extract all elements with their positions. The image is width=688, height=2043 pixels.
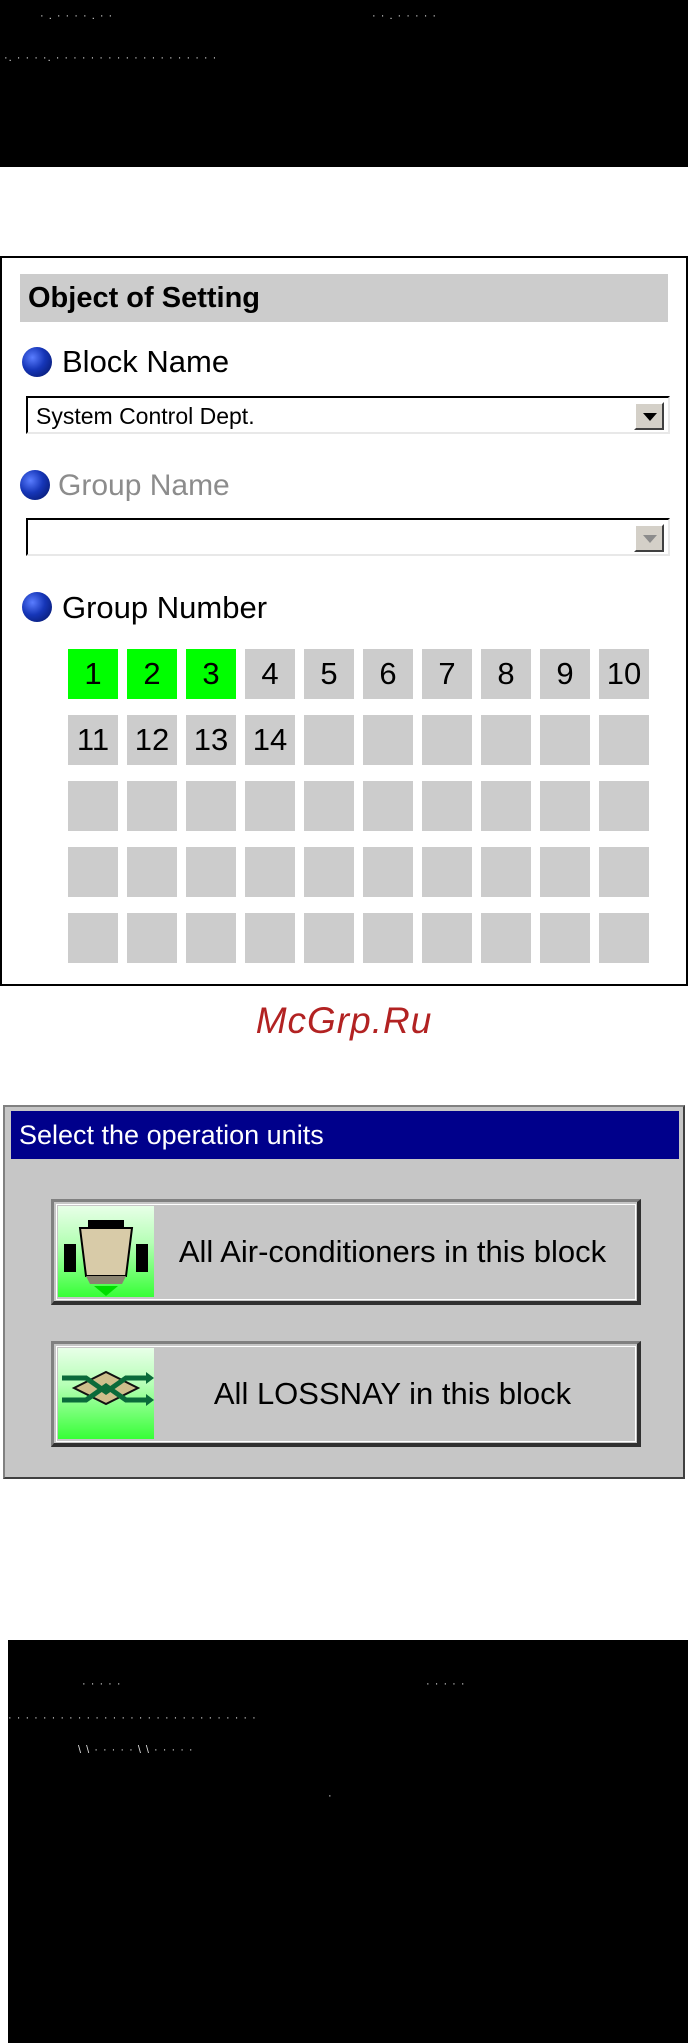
top-black-strip: · . · · · · . · · · · . · · · · · ·. · ·… [0, 0, 688, 167]
group-number-cell-empty[interactable] [68, 781, 118, 831]
group-number-cell-empty[interactable] [481, 781, 531, 831]
group-number-label: Group Number [62, 590, 268, 625]
group-number-cell-empty[interactable] [304, 715, 354, 765]
group-name-dropdown[interactable] [26, 518, 670, 556]
group-number-cell-empty[interactable] [481, 913, 531, 963]
block-name-dropdown[interactable]: System Control Dept. [26, 396, 670, 434]
object-of-setting-panel: Object of Setting Block Name System Cont… [0, 256, 688, 986]
group-number-cell-empty[interactable] [363, 847, 413, 897]
group-number-cell-empty[interactable] [422, 781, 472, 831]
group-number-cell-empty[interactable] [304, 913, 354, 963]
group-number-cell-empty[interactable] [599, 847, 649, 897]
panel-title: Object of Setting [20, 274, 668, 322]
group-number-cell-empty[interactable] [599, 781, 649, 831]
scan-noise: · · · · · [82, 1678, 122, 1690]
group-number-cell-empty[interactable] [540, 847, 590, 897]
group-number-cell-8[interactable]: 8 [481, 649, 531, 699]
group-number-cell-empty[interactable] [422, 715, 472, 765]
air-conditioner-icon [58, 1206, 154, 1297]
group-number-cell-empty[interactable] [127, 781, 177, 831]
group-number-cell-empty[interactable] [186, 781, 236, 831]
all-lossnay-label: All LOSSNAY in this block [213, 1376, 572, 1411]
group-number-cell-9[interactable]: 9 [540, 649, 590, 699]
group-name-label: Group Name [58, 469, 230, 502]
bottom-black-block: · · · · · · · · · · · · · · · · · · · · … [8, 1640, 688, 2043]
block-name-dropdown-button[interactable] [634, 402, 664, 430]
chevron-down-icon [643, 535, 657, 543]
group-number-cell-empty[interactable] [304, 781, 354, 831]
group-number-cell-empty[interactable] [186, 913, 236, 963]
group-number-cell-empty[interactable] [599, 715, 649, 765]
group-number-cell-1[interactable]: 1 [68, 649, 118, 699]
scan-noise: ·. · · · ·. · · · · · · · · · · · · · · … [4, 52, 218, 64]
operation-units-dialog: Select the operation units All Air-condi… [3, 1105, 685, 1479]
group-number-cell-2[interactable]: 2 [127, 649, 177, 699]
block-name-label: Block Name [62, 344, 230, 379]
bullet-icon [20, 470, 50, 500]
scan-noise: \ \ · · · · · \ \ · · · · · [78, 1744, 194, 1756]
scan-noise: · . · · · · . · · [40, 10, 114, 22]
group-number-cell-empty[interactable] [363, 715, 413, 765]
group-number-cell-empty[interactable] [245, 913, 295, 963]
group-number-cell-12[interactable]: 12 [127, 715, 177, 765]
group-number-cell-empty[interactable] [68, 847, 118, 897]
bullet-icon [22, 592, 52, 622]
watermark: McGrp.Ru [255, 1000, 433, 1041]
group-number-cell-empty[interactable] [245, 781, 295, 831]
group-number-cell-4[interactable]: 4 [245, 649, 295, 699]
group-number-cell-5[interactable]: 5 [304, 649, 354, 699]
block-name-value: System Control Dept. [36, 403, 255, 429]
group-number-cell-empty[interactable] [481, 715, 531, 765]
scan-noise: · · · · · · · · · · · · · · · · · · · · … [8, 1712, 257, 1724]
group-number-cell-empty[interactable] [363, 913, 413, 963]
lossnay-icon [58, 1348, 154, 1439]
group-number-cell-empty[interactable] [540, 715, 590, 765]
group-number-cell-13[interactable]: 13 [186, 715, 236, 765]
chevron-down-icon [643, 413, 657, 421]
dialog-title: Select the operation units [11, 1111, 679, 1159]
group-number-cell-empty[interactable] [540, 781, 590, 831]
group-number-cell-10[interactable]: 10 [599, 649, 649, 699]
group-number-cell-empty[interactable] [481, 847, 531, 897]
scan-noise: · · · · · [426, 1678, 466, 1690]
group-number-grid: 1 2 3 4 5 6 7 8 9 10 11 12 13 14 [68, 649, 649, 963]
group-number-cell-6[interactable]: 6 [363, 649, 413, 699]
group-number-cell-empty[interactable] [540, 913, 590, 963]
all-air-conditioners-button[interactable]: All Air-conditioners in this block [51, 1199, 641, 1305]
scan-noise: · [328, 1790, 333, 1802]
all-air-conditioners-label: All Air-conditioners in this block [178, 1234, 607, 1269]
group-name-dropdown-button[interactable] [634, 524, 664, 552]
group-number-cell-empty[interactable] [422, 847, 472, 897]
group-number-cell-empty[interactable] [68, 913, 118, 963]
scan-noise: · · . · · · · · [372, 10, 438, 22]
group-number-cell-3[interactable]: 3 [186, 649, 236, 699]
group-number-cell-empty[interactable] [599, 913, 649, 963]
all-lossnay-button[interactable]: All LOSSNAY in this block [51, 1341, 641, 1447]
group-number-cell-empty[interactable] [127, 847, 177, 897]
bullet-icon [22, 347, 52, 377]
group-number-cell-7[interactable]: 7 [422, 649, 472, 699]
group-number-cell-empty[interactable] [127, 913, 177, 963]
group-number-cell-empty[interactable] [363, 781, 413, 831]
group-number-cell-11[interactable]: 11 [68, 715, 118, 765]
group-number-cell-empty[interactable] [245, 847, 295, 897]
group-number-cell-empty[interactable] [186, 847, 236, 897]
group-number-cell-14[interactable]: 14 [245, 715, 295, 765]
group-number-cell-empty[interactable] [422, 913, 472, 963]
group-number-cell-empty[interactable] [304, 847, 354, 897]
